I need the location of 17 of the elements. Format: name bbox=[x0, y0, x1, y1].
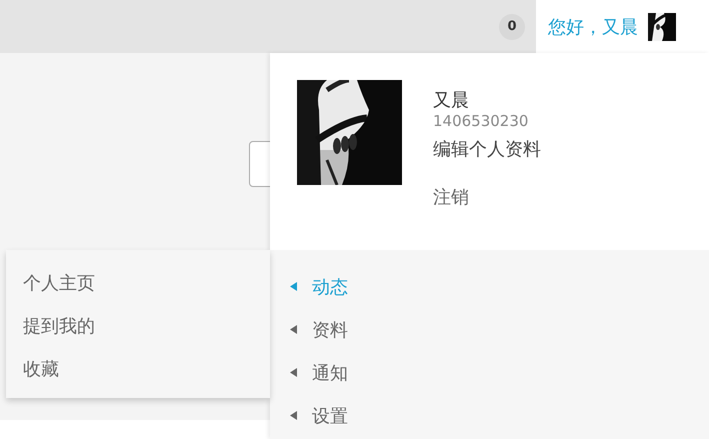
submenu-item[interactable]: 收藏 bbox=[6, 348, 59, 391]
notification-badge[interactable]: 0 bbox=[499, 14, 525, 40]
logout-link[interactable]: 注销 bbox=[433, 187, 469, 209]
menu-item[interactable]: 动态 bbox=[270, 265, 709, 308]
user-menu-toggle[interactable]: 您好，又晨 bbox=[536, 0, 709, 53]
user-name: 又晨 bbox=[433, 90, 469, 112]
edit-profile-link[interactable]: 编辑个人资料 bbox=[433, 139, 541, 161]
menu-item[interactable]: 设置 bbox=[270, 394, 709, 437]
caret-icon bbox=[290, 368, 297, 377]
caret-icon bbox=[290, 282, 297, 291]
caret-icon bbox=[290, 325, 297, 334]
menu-item[interactable]: 资料 bbox=[270, 308, 709, 351]
submenu-item[interactable]: 个人主页 bbox=[6, 262, 95, 305]
user-id: 1406530230 bbox=[433, 112, 528, 130]
caret-icon bbox=[290, 411, 297, 420]
submenu-item[interactable]: 提到我的 bbox=[6, 305, 95, 348]
menu-item[interactable]: 通知 bbox=[270, 351, 709, 394]
